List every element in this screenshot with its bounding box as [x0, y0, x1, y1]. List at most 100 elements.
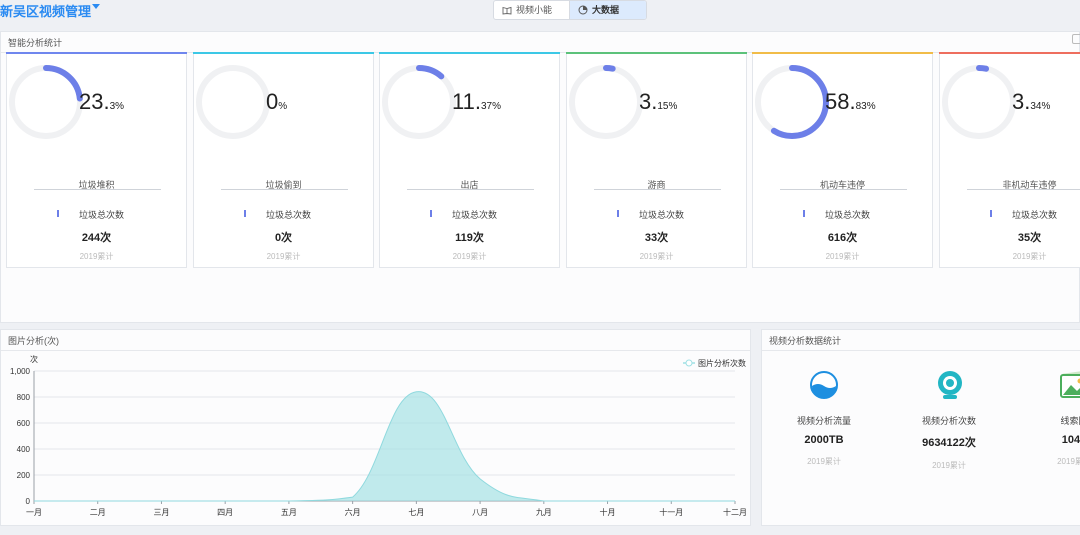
y-tick-label: 0: [26, 497, 31, 506]
count-value: 33次: [644, 232, 669, 244]
gauge-track: [569, 65, 643, 139]
stat-video-count: 视频分析次数 9634122次 2019累计: [894, 366, 1004, 471]
divider: [221, 189, 348, 190]
y-tick-label: 400: [17, 445, 31, 454]
x-tick-label: 四月: [217, 508, 233, 517]
ring-gauge: [569, 65, 643, 139]
count-value: 0次: [274, 232, 293, 244]
x-tick-label: 五月: [281, 508, 297, 517]
divider: [1, 350, 750, 351]
stat-value: 2000TB: [804, 434, 844, 446]
water-flow-icon: [769, 366, 879, 406]
percent-int: 11.: [452, 89, 481, 114]
stat-value: 9634122次: [922, 437, 976, 449]
stat-card[interactable]: 58.83% 机动车违停 垃圾总次数 616次 2019累计: [752, 52, 933, 268]
ring-gauge: [755, 65, 829, 139]
percent-value: 3.34%: [1012, 89, 1050, 115]
stat-card[interactable]: 3.34% 非机动车违停 垃圾总次数 35次 2019累计: [939, 52, 1080, 268]
percent-int: 23.: [79, 89, 110, 114]
stat-card[interactable]: 0% 垃圾偷到 垃圾总次数 0次 2019累计: [193, 52, 374, 268]
x-tick-label: 九月: [536, 508, 552, 517]
stat-video-flow: 视频分析流量 2000TB 2019累计: [769, 366, 879, 467]
panel-title: 视频分析数据统计: [769, 336, 842, 346]
divider: [34, 189, 161, 190]
ring-gauge: [196, 65, 270, 139]
percent-value: 3.15%: [639, 89, 677, 115]
percent-dec: 3%: [109, 101, 125, 112]
legend-label: 垃圾总次数: [451, 210, 497, 220]
x-tick-label: 十一月: [659, 507, 683, 517]
expand-icon[interactable]: [1072, 34, 1080, 44]
series-area: [34, 391, 735, 501]
percent-int: 0: [266, 89, 279, 114]
legend-label: 垃圾总次数: [78, 210, 124, 220]
percent-value: 0%: [266, 89, 287, 115]
gauge-track: [196, 65, 270, 139]
divider: [594, 189, 721, 190]
stat-card[interactable]: 23.3% 垃圾堆积 垃圾总次数 244次 2019累计: [6, 52, 187, 268]
year-label: 2019累计: [79, 252, 114, 261]
card-accent-line: [6, 52, 187, 54]
year-label: 2019累计: [1012, 252, 1047, 261]
year-label: 2019累计: [639, 252, 674, 261]
year-label: 2019累计: [825, 252, 860, 261]
camera-icon: [894, 366, 1004, 406]
count-value: 35次: [1017, 232, 1042, 244]
percent-value: 23.3%: [79, 89, 124, 115]
x-tick-label: 七月: [408, 508, 424, 517]
x-tick-label: 六月: [345, 507, 361, 517]
tab-big-data[interactable]: 大数据: [569, 1, 646, 19]
percent-value: 11.37%: [452, 89, 501, 115]
ring-gauge: [9, 65, 83, 139]
year-label: 2019累计: [452, 252, 487, 261]
x-tick-label: 三月: [153, 508, 169, 517]
legend-label: 图片分析次数: [698, 358, 746, 368]
panel-title: 智能分析统计: [8, 38, 63, 48]
video-analysis-panel: 视频分析数据统计 视频分析流量 2000TB 2019累计 视频分析次数 963…: [761, 329, 1080, 526]
ring-gauge: [942, 65, 1016, 139]
percent-dec: 15%: [657, 101, 678, 112]
count-value: 616次: [827, 232, 858, 244]
area-chart: 0 200 400 600 800 1,000 次一月 二月 三月 四月 五月 六月 七月 八月 九月 十月 十…: [10, 354, 747, 517]
y-axis-unit: 次: [30, 354, 38, 364]
percent-dec: 34%: [1030, 101, 1051, 112]
panel-title: 图片分析(次): [8, 336, 59, 346]
divider: [407, 189, 534, 190]
y-tick-label: 200: [17, 471, 31, 480]
percent-int: 3.: [639, 89, 658, 114]
stat-card[interactable]: 11.37% 出店 垃圾总次数 119次 2019累计: [379, 52, 560, 268]
pie-icon: [578, 5, 588, 15]
divider: [780, 189, 907, 190]
card-accent-line: [939, 52, 1080, 54]
card-accent-line: [379, 52, 560, 54]
stat-year: 2019累计: [807, 457, 841, 466]
app-title[interactable]: 新吴区视频管理: [0, 1, 91, 20]
percent-dec: 83%: [855, 101, 876, 112]
legend-marker: [685, 359, 693, 367]
x-tick-label: 一月: [26, 508, 42, 517]
image-analysis-panel: 图片分析(次) 0 200 400 600 800 1,000 次一月 二月 三月 四月 五月 六月 七…: [0, 329, 751, 526]
x-tick-label: 八月: [472, 508, 488, 517]
percent-int: 3.: [1012, 89, 1031, 114]
percent-dec: 37%: [480, 101, 501, 112]
y-tick-label: 1,000: [10, 367, 31, 376]
legend-label: 垃圾总次数: [1011, 210, 1057, 220]
y-tick-label: 600: [17, 419, 31, 428]
percent-value: 58.83%: [825, 89, 876, 115]
chevron-down-icon[interactable]: [92, 4, 100, 9]
tab-video-skills[interactable]: 视频小能: [494, 1, 569, 19]
picture-icon: [1019, 366, 1080, 406]
legend-label: 垃圾总次数: [638, 210, 684, 220]
year-label: 2019累计: [266, 252, 301, 261]
tab-label: 大数据: [592, 5, 620, 15]
divider: [967, 189, 1080, 190]
legend-label: 垃圾总次数: [265, 210, 311, 220]
percent-dec: %: [278, 101, 288, 112]
stat-value: 1047: [1061, 434, 1080, 446]
stat-year: 2019累计: [932, 461, 966, 470]
x-tick-label: 十二月: [723, 507, 747, 517]
gauge-track: [942, 65, 1016, 139]
stat-card[interactable]: 3.15% 游商 垃圾总次数 33次 2019累计: [566, 52, 747, 268]
legend-label: 垃圾总次数: [824, 210, 870, 220]
card-accent-line: [566, 52, 747, 54]
